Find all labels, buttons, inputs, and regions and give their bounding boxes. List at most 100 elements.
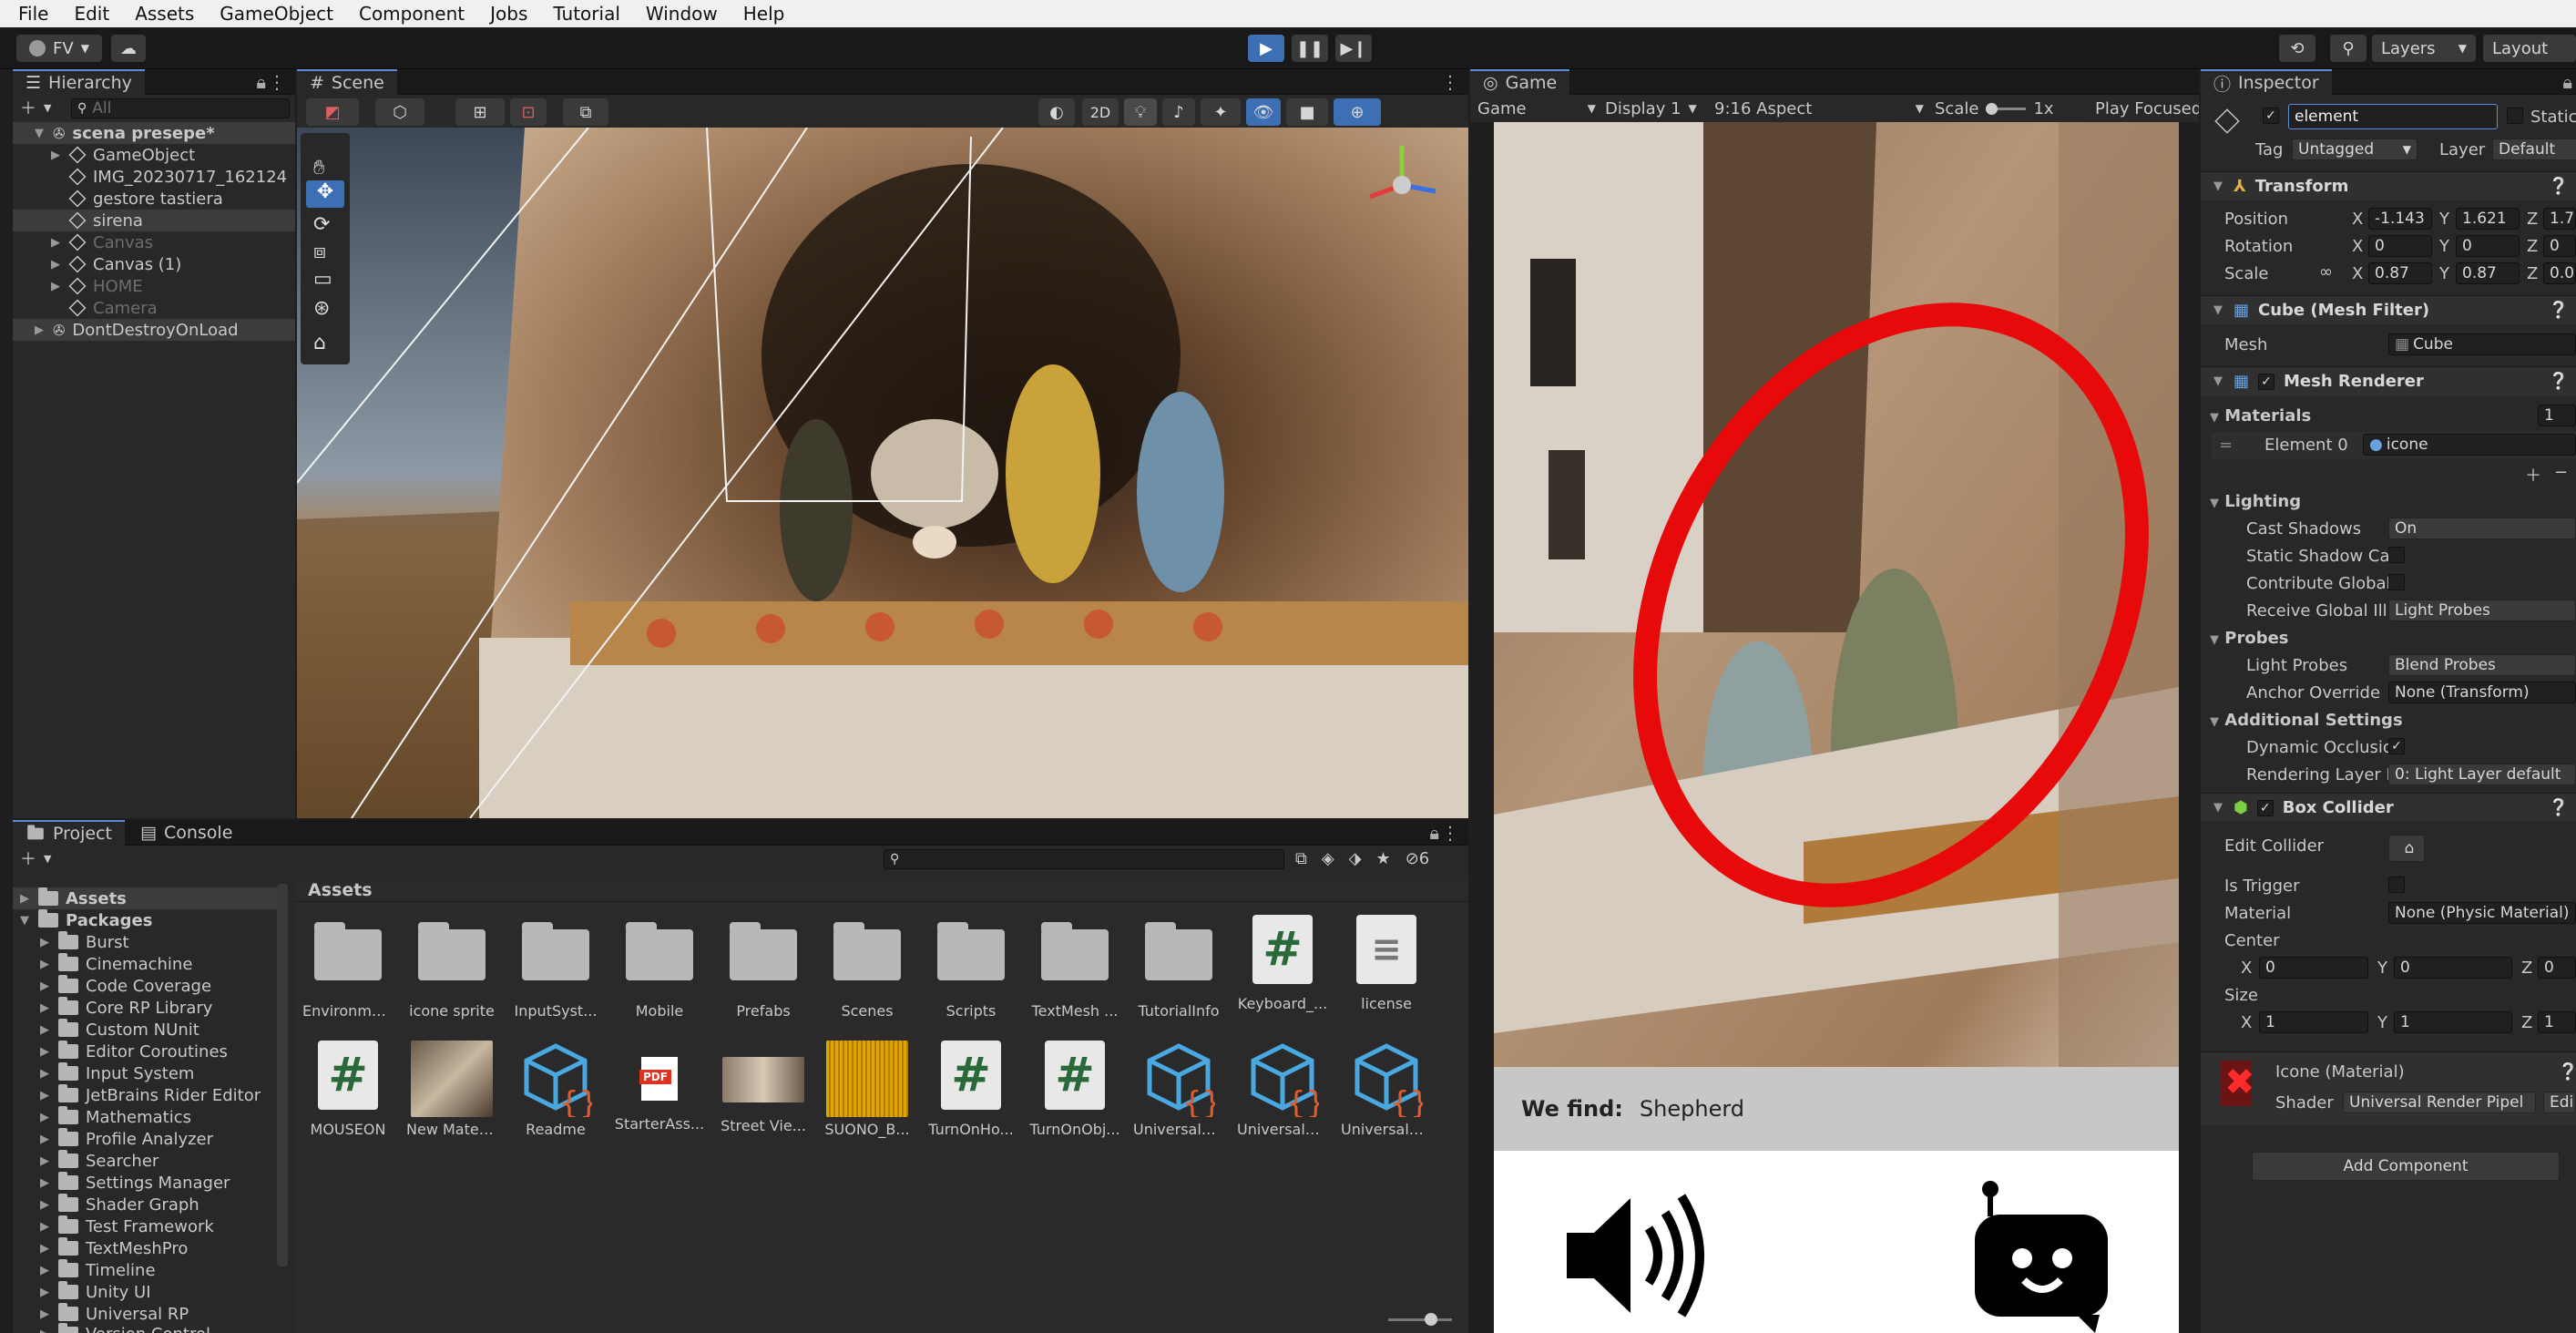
asset-script[interactable]: # TurnOnHo... — [925, 1041, 1017, 1138]
physic-material-field[interactable]: None (Physic Material) — [2388, 902, 2576, 924]
remove-element-button[interactable]: − — [2554, 463, 2568, 482]
position-z-input[interactable]: 1.71 — [2543, 208, 2576, 230]
tree-item[interactable]: ▶ Settings Manager — [38, 1172, 230, 1194]
center-z-input[interactable]: 0 — [2538, 957, 2576, 979]
contribute-gi-checkbox[interactable] — [2388, 574, 2405, 590]
hidden-packages-icon[interactable]: ⊘6 — [1406, 849, 1430, 868]
asset-folder[interactable]: Prefabs — [718, 922, 809, 1020]
scale-z-input[interactable]: 0.08 — [2543, 262, 2576, 284]
tab-hierarchy[interactable]: ☰ Hierarchy — [13, 69, 145, 95]
position-y-input[interactable]: 1.621 — [2456, 208, 2520, 230]
increment-snap-button[interactable]: ⧉ — [563, 98, 608, 126]
speaker-icon[interactable] — [1558, 1187, 1712, 1324]
hierarchy-item-scene[interactable]: ▼ ✇ scena presepe* — [13, 122, 295, 144]
tree-item[interactable]: ▶ TextMeshPro — [38, 1237, 188, 1259]
asset-script[interactable]: # MOUSEON — [302, 1041, 394, 1138]
search-button[interactable]: ⚲ — [2330, 35, 2366, 62]
drag-handle-icon[interactable]: = — [2219, 436, 2233, 455]
scale-y-input[interactable]: 0.87 — [2456, 262, 2520, 284]
asset-readme[interactable]: {} Readme — [510, 1041, 601, 1138]
toggle-2d-button[interactable]: 2D — [1082, 98, 1119, 126]
box-collider-header[interactable]: ▼ ⬢ ✓ Box Collider ❔ — [2201, 793, 2576, 822]
asset-folder[interactable]: Mobile — [614, 922, 705, 1020]
asset-audio[interactable]: SUONO_B... — [822, 1041, 913, 1138]
center-y-input[interactable]: 0 — [2394, 957, 2512, 979]
asset-urp[interactable]: {} UniversalR... — [1237, 1041, 1328, 1138]
menu-window[interactable]: Window — [646, 3, 718, 25]
tree-scrollbar[interactable] — [277, 884, 288, 1266]
shader-dropdown[interactable]: Universal Render Pipel — [2343, 1092, 2536, 1113]
scale-x-input[interactable]: 0.87 — [2368, 262, 2432, 284]
tab-console[interactable]: ▤ Console — [128, 820, 245, 846]
slider-thumb[interactable] — [1425, 1313, 1437, 1326]
asset-folder[interactable]: Environme... — [302, 922, 394, 1020]
hierarchy-item[interactable]: IMG_20230717_162124 — [49, 166, 287, 188]
anchor-override-field[interactable]: None (Transform) — [2388, 682, 2576, 703]
active-checkbox[interactable]: ✓ — [2263, 108, 2279, 124]
menu-assets[interactable]: Assets — [135, 3, 194, 25]
help-icon[interactable]: ❔ — [2549, 372, 2569, 391]
rotation-z-input[interactable]: 0 — [2543, 235, 2576, 257]
asset-folder[interactable]: TutorialInfo — [1133, 922, 1224, 1020]
orientation-gizmo[interactable] — [1352, 135, 1452, 235]
tree-item[interactable]: ▶ Burst — [38, 931, 129, 953]
tree-item[interactable]: ▶ Timeline — [38, 1259, 156, 1281]
hierarchy-item[interactable]: gestore tastiera — [49, 188, 223, 210]
tree-item-assets[interactable]: ▶ Assets — [13, 887, 286, 909]
is-trigger-checkbox[interactable] — [2388, 877, 2405, 893]
menu-help[interactable]: Help — [743, 3, 785, 25]
more-options-icon[interactable]: ⋮ — [1441, 71, 1459, 93]
tree-item[interactable]: ▶ Unity UI — [38, 1281, 151, 1303]
display-dropdown[interactable]: Display 1 ▼ — [1605, 97, 1697, 119]
tree-item[interactable]: ▶ Cinemachine — [38, 953, 192, 975]
add-element-button[interactable]: ＋ — [2525, 463, 2541, 487]
rotate-tool-icon[interactable]: ⟳ — [313, 213, 330, 236]
help-icon[interactable]: ❔ — [2549, 798, 2569, 817]
hierarchy-item[interactable]: sirena — [13, 210, 295, 231]
tab-scene[interactable]: # Scene — [297, 69, 397, 95]
cloud-button[interactable]: ☁ — [111, 35, 146, 62]
mesh-renderer-enabled-checkbox[interactable]: ✓ — [2258, 373, 2275, 390]
lighting-toggle[interactable]: 💡︎ — [1124, 98, 1157, 126]
tag-dropdown[interactable]: Untagged ▼ — [2292, 138, 2418, 160]
gizmo-dropdown[interactable]: ⬡ — [375, 98, 424, 126]
star-icon[interactable]: ★ — [1376, 849, 1391, 868]
cast-shadows-dropdown[interactable]: On — [2388, 518, 2576, 539]
game-mode-dropdown[interactable]: Game ▼ — [1477, 97, 1596, 119]
gizmos-dropdown[interactable]: ⊕ — [1334, 98, 1381, 126]
tree-item[interactable]: ▶ Shader Graph — [38, 1194, 199, 1215]
rotation-x-input[interactable]: 0 — [2368, 235, 2432, 257]
more-options-icon[interactable]: ⋮ — [268, 71, 286, 93]
object-name-input[interactable]: element — [2288, 104, 2498, 129]
filter-label-icon[interactable]: ◈ — [1322, 849, 1334, 868]
scale-tool-icon[interactable]: ⧈ — [313, 241, 326, 263]
size-x-input[interactable]: 1 — [2259, 1011, 2368, 1033]
help-icon[interactable]: ❔ — [2549, 177, 2569, 196]
snap-button[interactable]: ⊡ — [510, 98, 547, 126]
more-options-icon[interactable]: ⋮ — [1441, 822, 1459, 844]
element0-material-field[interactable]: ● icone — [2363, 434, 2576, 456]
menu-tutorial[interactable]: Tutorial — [553, 3, 620, 25]
menu-edit[interactable]: Edit — [74, 3, 109, 25]
move-tool-icon[interactable]: ✥ — [306, 180, 344, 208]
box-collider-enabled-checkbox[interactable]: ✓ — [2256, 799, 2274, 816]
static-checkbox[interactable] — [2507, 108, 2523, 124]
position-x-input[interactable]: -1.143 — [2368, 208, 2432, 230]
rendering-layer-dropdown[interactable]: 0: Light Layer default — [2388, 764, 2576, 785]
create-button[interactable]: ＋ ▼ — [20, 847, 51, 869]
scale-slider[interactable]: Scale 1x — [1935, 97, 2054, 119]
size-y-input[interactable]: 1 — [2394, 1011, 2512, 1033]
tab-project[interactable]: Project — [13, 820, 126, 846]
tree-item[interactable]: ▶ JetBrains Rider Editor — [38, 1084, 261, 1106]
menu-gameobject[interactable]: GameObject — [220, 3, 333, 25]
tree-item-packages[interactable]: ▼ Packages — [18, 909, 152, 931]
camera-dropdown[interactable]: ■ — [1286, 98, 1328, 126]
asset-pdf[interactable]: PDF StarterAss... — [614, 1041, 705, 1133]
asset-script[interactable]: # Keyboard_... — [1237, 915, 1328, 1012]
tree-item[interactable]: ▶ Mathematics — [38, 1106, 191, 1128]
account-dropdown[interactable]: FV ▼ — [16, 35, 102, 62]
receive-gi-dropdown[interactable]: Light Probes — [2388, 600, 2576, 621]
asset-urp[interactable]: {} UniversalR... — [1133, 1041, 1224, 1138]
history-button[interactable]: ⟲ — [2279, 35, 2315, 62]
mesh-renderer-header[interactable]: ▼ ▦ ✓ Mesh Renderer ❔ — [2201, 366, 2576, 395]
